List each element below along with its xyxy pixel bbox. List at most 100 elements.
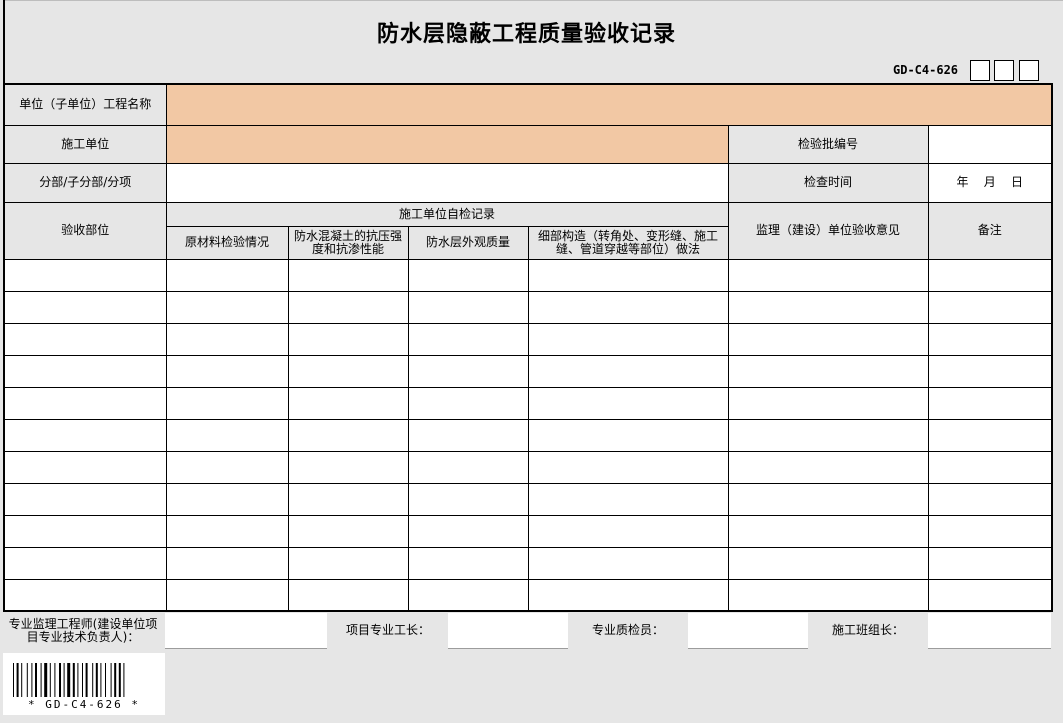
cell-supervision[interactable]: [727, 322, 929, 356]
cell-material[interactable]: [165, 258, 289, 292]
col-appearance: 防水层外观质量: [407, 225, 529, 260]
cell-remarks[interactable]: [927, 418, 1053, 452]
cell-location[interactable]: [3, 322, 167, 356]
cell-remarks[interactable]: [927, 290, 1053, 324]
cell-supervision[interactable]: [727, 418, 929, 452]
cell-details[interactable]: [527, 322, 729, 356]
cell-location[interactable]: [3, 258, 167, 292]
foreman-signature-field[interactable]: [448, 613, 568, 649]
cell-supervision[interactable]: [727, 482, 929, 516]
cell-appearance[interactable]: [407, 578, 529, 612]
cell-supervision[interactable]: [727, 546, 929, 580]
cell-concrete[interactable]: [287, 482, 409, 516]
col-location: 验收部位: [3, 201, 167, 260]
cell-appearance[interactable]: [407, 290, 529, 324]
cell-remarks[interactable]: [927, 482, 1053, 516]
cell-supervision[interactable]: [727, 386, 929, 420]
code-box-3[interactable]: [1019, 60, 1039, 81]
cell-material[interactable]: [165, 450, 289, 484]
sub-division-field[interactable]: [165, 162, 729, 203]
cell-location[interactable]: [3, 578, 167, 612]
cell-details[interactable]: [527, 514, 729, 548]
cell-appearance[interactable]: [407, 322, 529, 356]
cell-details[interactable]: [527, 290, 729, 324]
cell-material[interactable]: [165, 482, 289, 516]
cell-location[interactable]: [3, 514, 167, 548]
cell-material[interactable]: [165, 354, 289, 388]
cell-appearance[interactable]: [407, 450, 529, 484]
barcode: * GD-C4-626 *: [3, 653, 165, 715]
inspection-date-field[interactable]: 年 月 日: [927, 162, 1053, 203]
construction-unit-field[interactable]: [165, 124, 729, 164]
cell-supervision[interactable]: [727, 514, 929, 548]
cell-remarks[interactable]: [927, 514, 1053, 548]
cell-remarks[interactable]: [927, 578, 1053, 612]
cell-details[interactable]: [527, 546, 729, 580]
cell-details[interactable]: [527, 418, 729, 452]
cell-material[interactable]: [165, 546, 289, 580]
cell-location[interactable]: [3, 450, 167, 484]
cell-supervision[interactable]: [727, 578, 929, 612]
cell-supervision[interactable]: [727, 450, 929, 484]
cell-remarks[interactable]: [927, 322, 1053, 356]
cell-details[interactable]: [527, 450, 729, 484]
cell-location[interactable]: [3, 386, 167, 420]
cell-concrete[interactable]: [287, 418, 409, 452]
cell-concrete[interactable]: [287, 578, 409, 612]
cell-location[interactable]: [3, 354, 167, 388]
cell-appearance[interactable]: [407, 418, 529, 452]
batch-no-field[interactable]: [927, 124, 1053, 164]
cell-material[interactable]: [165, 578, 289, 612]
cell-concrete[interactable]: [287, 546, 409, 580]
cell-location[interactable]: [3, 482, 167, 516]
cell-details[interactable]: [527, 386, 729, 420]
code-box-1[interactable]: [970, 60, 990, 81]
cell-concrete[interactable]: [287, 258, 409, 292]
cell-remarks[interactable]: [927, 450, 1053, 484]
cell-concrete[interactable]: [287, 290, 409, 324]
team-leader-signature-field[interactable]: [928, 613, 1051, 649]
col-material: 原材料检验情况: [165, 225, 289, 260]
unit-project-name-label: 单位（子单位）工程名称: [3, 83, 167, 126]
col-details: 细部构造（转角处、变形缝、施工缝、管道穿越等部位）做法: [527, 225, 729, 260]
cell-supervision[interactable]: [727, 290, 929, 324]
cell-material[interactable]: [165, 386, 289, 420]
cell-details[interactable]: [527, 482, 729, 516]
cell-material[interactable]: [165, 418, 289, 452]
cell-location[interactable]: [3, 418, 167, 452]
cell-material[interactable]: [165, 322, 289, 356]
cell-appearance[interactable]: [407, 354, 529, 388]
table-row: [3, 290, 1053, 324]
table-row: [3, 546, 1053, 580]
cell-concrete[interactable]: [287, 450, 409, 484]
cell-remarks[interactable]: [927, 386, 1053, 420]
cell-appearance[interactable]: [407, 482, 529, 516]
code-box-2[interactable]: [994, 60, 1014, 81]
cell-location[interactable]: [3, 290, 167, 324]
cell-remarks[interactable]: [927, 354, 1053, 388]
cell-material[interactable]: [165, 290, 289, 324]
cell-material[interactable]: [165, 514, 289, 548]
col-concrete: 防水混凝土的抗压强度和抗渗性能: [287, 225, 409, 260]
cell-appearance[interactable]: [407, 258, 529, 292]
cell-details[interactable]: [527, 578, 729, 612]
cell-appearance[interactable]: [407, 546, 529, 580]
engineer-signature-field[interactable]: [165, 613, 327, 649]
team-leader-label: 施工班组长：: [808, 613, 928, 648]
cell-details[interactable]: [527, 354, 729, 388]
cell-remarks[interactable]: [927, 546, 1053, 580]
cell-supervision[interactable]: [727, 258, 929, 292]
cell-details[interactable]: [527, 258, 729, 292]
col-supervision: 监理（建设）单位验收意见: [727, 201, 929, 260]
cell-concrete[interactable]: [287, 354, 409, 388]
cell-supervision[interactable]: [727, 354, 929, 388]
cell-remarks[interactable]: [927, 258, 1053, 292]
cell-appearance[interactable]: [407, 514, 529, 548]
unit-project-name-field[interactable]: [165, 83, 1053, 126]
cell-appearance[interactable]: [407, 386, 529, 420]
cell-concrete[interactable]: [287, 322, 409, 356]
cell-concrete[interactable]: [287, 386, 409, 420]
cell-concrete[interactable]: [287, 514, 409, 548]
cell-location[interactable]: [3, 546, 167, 580]
inspector-signature-field[interactable]: [688, 613, 808, 649]
